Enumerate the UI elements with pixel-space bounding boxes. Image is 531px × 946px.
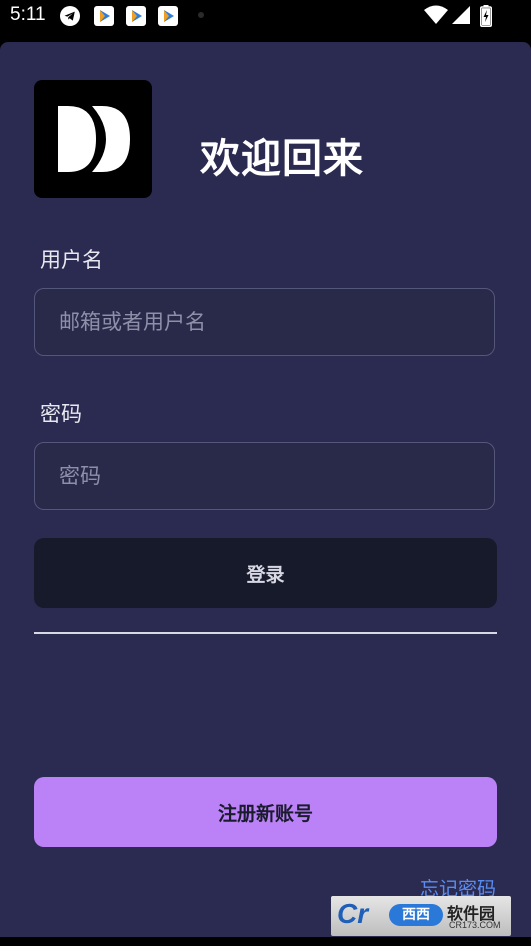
telegram-icon [60, 6, 80, 26]
status-bar: 5:11 [0, 0, 531, 32]
register-button[interactable]: 注册新账号 [34, 777, 497, 847]
login-sheet: 欢迎回来 用户名 密码 登录 注册新账号 忘记密码 [0, 42, 531, 937]
signal-icon [451, 5, 471, 29]
page-title: 欢迎回来 [200, 136, 364, 182]
app-logo-icon [34, 80, 152, 198]
password-input[interactable] [59, 443, 479, 509]
username-label: 用户名 [40, 248, 103, 272]
register-button-label: 注册新账号 [217, 802, 313, 825]
login-button-label: 登录 [246, 563, 285, 586]
username-field[interactable] [34, 288, 495, 356]
watermark-logo: Cr [337, 898, 369, 929]
status-time: 5:11 [10, 4, 46, 25]
app-icon [126, 6, 146, 26]
site-watermark: Cr 西西 软件园 CR173.COM [331, 896, 511, 936]
password-field[interactable] [34, 442, 495, 510]
login-button[interactable]: 登录 [34, 538, 497, 608]
password-label: 密码 [40, 402, 82, 426]
app-icon [94, 6, 114, 26]
battery-charging-icon [480, 5, 492, 31]
wifi-icon [424, 5, 448, 29]
username-input[interactable] [59, 289, 479, 355]
app-icon [158, 6, 178, 26]
watermark-brand: 西西 [389, 904, 443, 926]
notification-dot-icon [198, 12, 204, 18]
navigation-bar [0, 937, 531, 946]
divider [34, 632, 497, 634]
watermark-url: CR173.COM [449, 920, 501, 930]
